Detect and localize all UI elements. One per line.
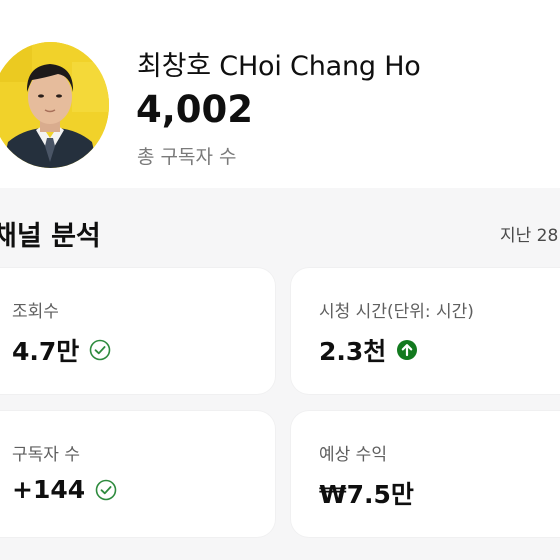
card-value-row: 2.3천 xyxy=(319,332,418,368)
card-label: 조회수 xyxy=(12,302,59,322)
subscribers-card[interactable]: 구독자 수 +144 xyxy=(0,411,275,537)
period-selector[interactable]: 지난 28 xyxy=(500,221,558,246)
channel-name: 최창호 CHoi Chang Ho xyxy=(137,51,421,82)
card-value: ₩7.5만 xyxy=(319,480,414,509)
card-value: 2.3천 xyxy=(319,337,387,366)
avatar-photo xyxy=(0,42,109,168)
avatar[interactable] xyxy=(0,42,109,168)
views-card[interactable]: 조회수 4.7만 xyxy=(0,268,275,394)
watch-time-card[interactable]: 시청 시간(단위: 시간) 2.3천 xyxy=(291,268,560,394)
check-circle-icon xyxy=(95,479,117,501)
card-value-row: +144 xyxy=(12,475,117,504)
card-label: 구독자 수 xyxy=(12,445,80,465)
check-circle-icon xyxy=(89,339,111,361)
card-value: +144 xyxy=(12,475,86,504)
channel-header: 최창호 CHoi Chang Ho 4,002 총 구독자 수 xyxy=(0,0,560,188)
arrow-up-circle-icon xyxy=(396,339,418,361)
card-value: 4.7만 xyxy=(12,337,80,366)
card-value-row: 4.7만 xyxy=(12,332,111,368)
card-label: 시청 시간(단위: 시간) xyxy=(319,302,474,322)
subscriber-label: 총 구독자 수 xyxy=(137,146,237,168)
card-value-row: ₩7.5만 xyxy=(319,475,414,511)
card-label: 예상 수익 xyxy=(319,445,387,465)
revenue-card[interactable]: 예상 수익 ₩7.5만 xyxy=(291,411,560,537)
analytics-title: 채널 분석 xyxy=(0,221,101,252)
subscriber-count: 4,002 xyxy=(136,88,254,131)
